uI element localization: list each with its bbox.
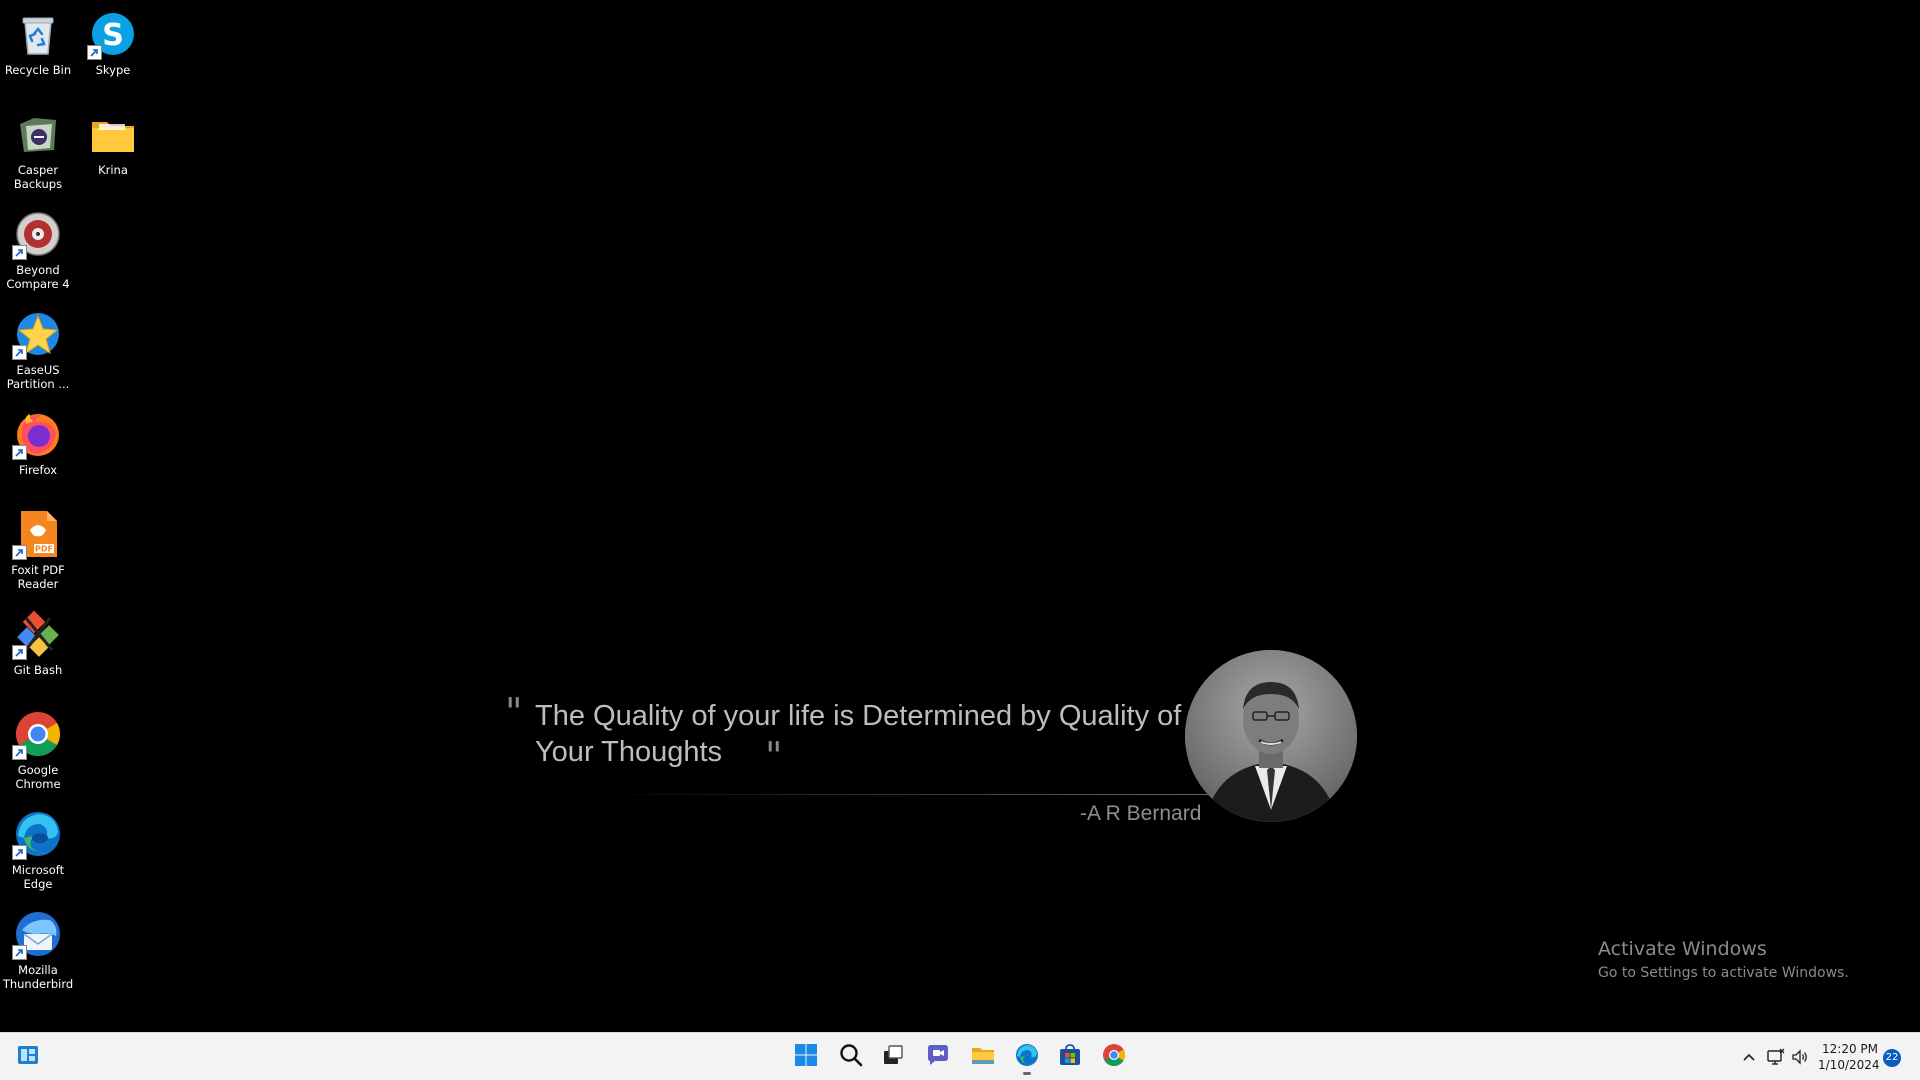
shortcut-arrow-icon xyxy=(87,45,102,60)
svg-text:PDF: PDF xyxy=(35,545,53,554)
shortcut-arrow-icon xyxy=(12,945,27,960)
desktop-icon-label: Beyond Compare 4 xyxy=(6,263,70,291)
taskbar: 12:20 PM 1/10/2024 22 xyxy=(0,1032,1920,1080)
desktop-icon-label: Google Chrome xyxy=(15,763,61,791)
activate-windows-watermark: Activate Windows Go to Settings to activ… xyxy=(1598,938,1849,981)
quote-text: The Quality of your life is Determined b… xyxy=(535,700,1182,768)
clock-date: 1/10/2024 xyxy=(1818,1058,1880,1072)
clock[interactable]: 12:20 PM 1/10/2024 xyxy=(1818,1041,1880,1073)
desktop-icon-casper-backups[interactable]: Casper Backups xyxy=(1,104,75,200)
desktop-icon-krina[interactable]: Krina xyxy=(76,104,150,200)
store-icon xyxy=(1057,1042,1083,1073)
git-bash-icon xyxy=(12,608,64,660)
desktop-icon-label: Firefox xyxy=(18,463,58,477)
widgets-icon xyxy=(15,1042,41,1073)
desktop-icon-label: Microsoft Edge xyxy=(11,863,65,891)
chevron-up-icon xyxy=(1739,1053,1759,1071)
beyond-compare-icon xyxy=(12,208,64,260)
desktop-icon-label: Casper Backups xyxy=(13,163,63,191)
open-quote-mark: " xyxy=(505,690,523,734)
desktop-icon-beyond-compare[interactable]: Beyond Compare 4 xyxy=(1,204,75,300)
desktop-icon-chrome[interactable]: Google Chrome xyxy=(1,704,75,800)
chrome-icon xyxy=(12,708,64,760)
edge-taskbar-button[interactable] xyxy=(1009,1039,1045,1075)
volume-icon xyxy=(1790,1049,1810,1071)
search-icon xyxy=(838,1042,864,1073)
desktop-icon-label: Foxit PDF Reader xyxy=(11,563,65,591)
notification-badge[interactable]: 22 xyxy=(1883,1049,1901,1067)
shortcut-arrow-icon xyxy=(12,445,27,460)
shortcut-arrow-icon xyxy=(12,745,27,760)
show-hidden-icons-button[interactable] xyxy=(1739,1047,1759,1067)
desktop-icon-label: EaseUS Partition ... xyxy=(6,363,70,391)
desktop-icon-foxit[interactable]: PDF Foxit PDF Reader xyxy=(1,504,75,600)
shortcut-arrow-icon xyxy=(12,345,27,360)
desktop-icon-skype[interactable]: S Skype xyxy=(76,4,150,100)
edge-icon xyxy=(12,808,64,860)
chrome-taskbar-button[interactable] xyxy=(1096,1039,1132,1075)
thunderbird-icon xyxy=(12,908,64,960)
activate-windows-title: Activate Windows xyxy=(1598,938,1767,960)
desktop-icon-recycle-bin[interactable]: Recycle Bin xyxy=(1,4,75,100)
shortcut-arrow-icon xyxy=(12,545,27,560)
quote-author: -A R Bernard xyxy=(1080,802,1202,825)
search-button[interactable] xyxy=(833,1039,869,1075)
casper-backups-icon xyxy=(12,108,64,160)
quote-divider xyxy=(595,794,1215,795)
recycle-bin-icon xyxy=(12,8,64,60)
desktop-icon-label: Krina xyxy=(98,163,128,177)
widgets-button[interactable] xyxy=(10,1039,46,1075)
desktop-icon-label: Mozilla Thunderbird xyxy=(2,963,74,991)
volume-button[interactable] xyxy=(1790,1047,1810,1067)
network-icon xyxy=(1766,1048,1786,1071)
shortcut-arrow-icon xyxy=(12,845,27,860)
activate-windows-subtitle: Go to Settings to activate Windows. xyxy=(1598,965,1849,981)
file-explorer-icon xyxy=(970,1042,996,1073)
foxit-pdf-icon: PDF xyxy=(12,508,64,560)
file-explorer-button[interactable] xyxy=(965,1039,1001,1075)
shortcut-arrow-icon xyxy=(12,245,27,260)
shortcut-arrow-icon xyxy=(12,645,27,660)
teams-chat-icon xyxy=(925,1042,951,1073)
desktop-icon-edge[interactable]: Microsoft Edge xyxy=(1,804,75,900)
desktop-icon-label: Git Bash xyxy=(13,663,63,677)
desktop-icon-thunderbird[interactable]: Mozilla Thunderbird xyxy=(1,904,75,1000)
edge-icon xyxy=(1014,1042,1040,1073)
desktop-icon-easeus[interactable]: EaseUS Partition ... xyxy=(1,304,75,400)
teams-chat-button[interactable] xyxy=(920,1039,956,1075)
skype-icon: S xyxy=(87,8,139,60)
task-view-icon xyxy=(880,1042,906,1073)
task-view-button[interactable] xyxy=(875,1039,911,1075)
firefox-icon xyxy=(12,408,64,460)
active-app-indicator xyxy=(1023,1072,1031,1075)
desktop-icon-firefox[interactable]: Firefox xyxy=(1,404,75,500)
easeus-partition-icon xyxy=(12,308,64,360)
desktop-icon-label: Skype xyxy=(95,63,131,77)
author-portrait xyxy=(1185,650,1357,822)
desktop-icon-git-bash[interactable]: Git Bash xyxy=(1,604,75,700)
network-button[interactable] xyxy=(1766,1047,1786,1067)
desktop[interactable]: Recycle Bin Casper Backups Beyond Compar… xyxy=(0,0,1920,1032)
start-icon xyxy=(793,1042,819,1073)
start-button[interactable] xyxy=(788,1039,824,1075)
chrome-icon xyxy=(1101,1042,1127,1073)
store-button[interactable] xyxy=(1052,1039,1088,1075)
close-quote-mark: " xyxy=(765,734,783,778)
folder-icon xyxy=(87,108,139,160)
desktop-icon-label: Recycle Bin xyxy=(4,63,72,77)
clock-time: 12:20 PM xyxy=(1822,1042,1878,1056)
svg-text:S: S xyxy=(102,18,124,53)
